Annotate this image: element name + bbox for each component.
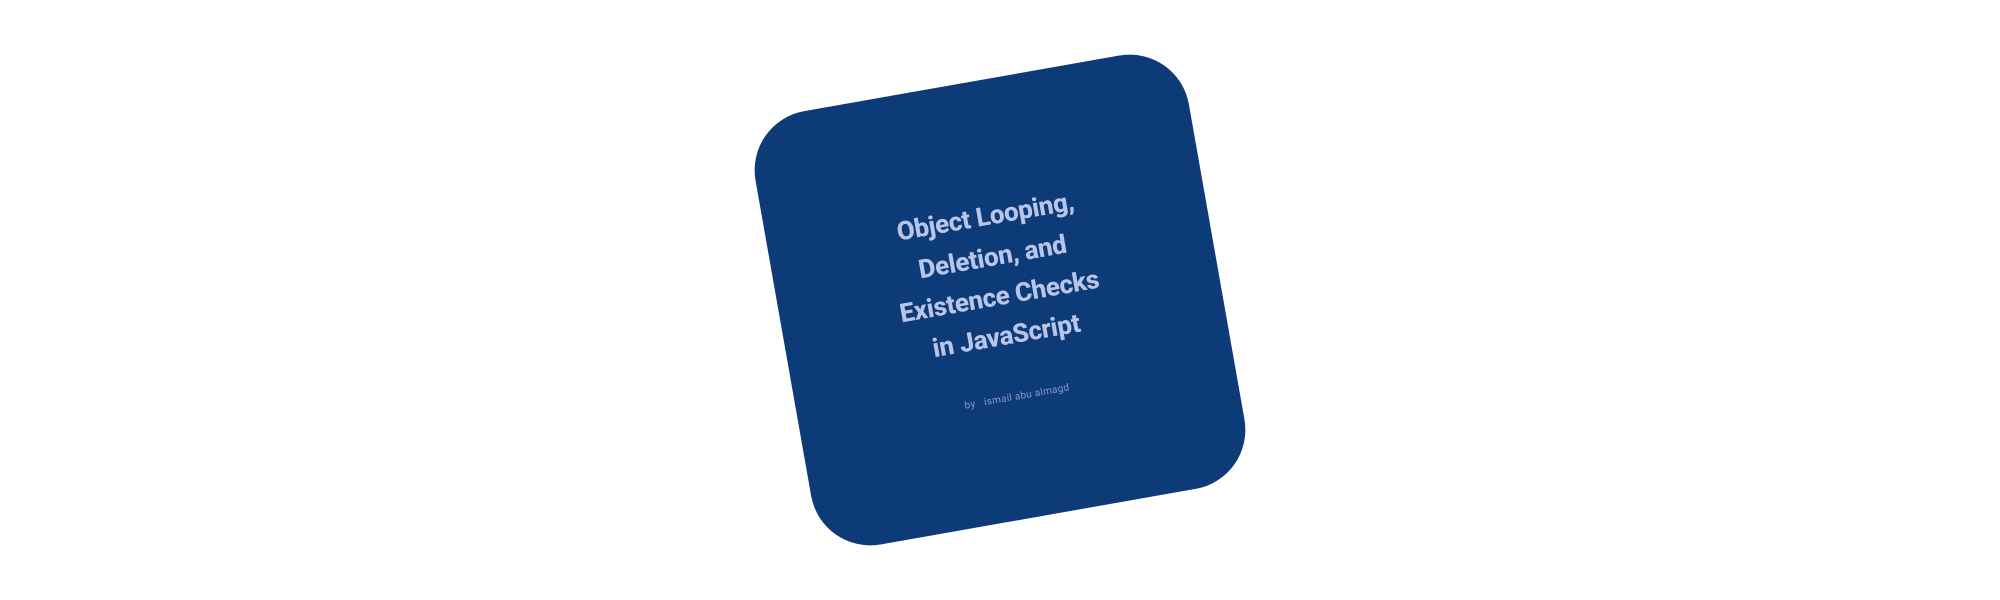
- byline: by ismail abu almagd: [964, 382, 1071, 411]
- by-prefix: by: [964, 399, 977, 412]
- card-title: Object Looping, Deletion, and Existence …: [883, 180, 1110, 374]
- title-card: Object Looping, Deletion, and Existence …: [745, 45, 1255, 555]
- author-name: ismail abu almagd: [983, 382, 1070, 408]
